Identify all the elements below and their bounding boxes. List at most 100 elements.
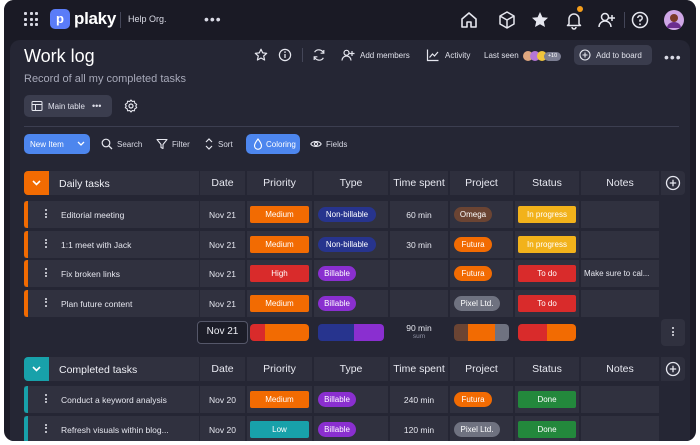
notes-cell[interactable] bbox=[581, 386, 659, 413]
coloring-button[interactable]: Coloring bbox=[246, 134, 300, 154]
task-name[interactable]: 1:1 meet with Jack bbox=[61, 240, 131, 250]
info-icon[interactable] bbox=[278, 48, 292, 62]
priority-label[interactable]: Medium bbox=[250, 206, 309, 223]
column-header-status[interactable]: Status bbox=[515, 357, 579, 381]
column-header-priority[interactable]: Priority bbox=[247, 171, 312, 195]
status-label[interactable]: To do bbox=[518, 265, 576, 282]
tab-more-button[interactable]: ••• bbox=[92, 101, 101, 111]
column-header-status[interactable]: Status bbox=[515, 171, 579, 195]
row-menu-button[interactable] bbox=[45, 238, 47, 250]
column-header-time-spent[interactable]: Time spent bbox=[390, 357, 448, 381]
type-label[interactable]: Billable bbox=[318, 295, 356, 311]
column-header-time-spent[interactable]: Time spent bbox=[390, 171, 448, 195]
group-toggle-button[interactable] bbox=[24, 357, 49, 381]
status-label[interactable]: To do bbox=[518, 294, 576, 312]
column-header-date[interactable]: Date bbox=[200, 357, 245, 381]
activity-chart-icon[interactable] bbox=[426, 48, 440, 62]
notes-cell[interactable] bbox=[581, 230, 659, 258]
priority-label[interactable]: Medium bbox=[250, 294, 309, 312]
priority-summary-bar[interactable] bbox=[250, 324, 309, 341]
row-menu-button[interactable] bbox=[45, 423, 47, 435]
column-header-project[interactable]: Project bbox=[450, 357, 513, 381]
org-more-button[interactable]: ••• bbox=[204, 12, 222, 26]
task-name[interactable]: Editorial meeting bbox=[61, 210, 124, 220]
notifications-bell-icon[interactable] bbox=[564, 10, 584, 30]
more-viewers-badge[interactable]: +10 bbox=[544, 52, 561, 61]
add-members-icon[interactable] bbox=[341, 48, 355, 62]
cube-icon[interactable] bbox=[497, 10, 517, 30]
column-header-date[interactable]: Date bbox=[200, 171, 245, 195]
task-name[interactable]: Refresh visuals within blog... bbox=[61, 425, 169, 435]
group-name[interactable]: Daily tasks bbox=[59, 178, 110, 190]
project-label[interactable]: Omega bbox=[454, 207, 492, 222]
help-icon[interactable] bbox=[630, 10, 650, 30]
home-icon[interactable] bbox=[459, 10, 479, 30]
column-header-type[interactable]: Type bbox=[314, 357, 388, 381]
type-label[interactable]: Billable bbox=[318, 266, 356, 281]
task-name[interactable]: Conduct a keyword analysis bbox=[61, 395, 167, 405]
project-label[interactable]: Pixel Ltd. bbox=[454, 421, 500, 437]
task-name[interactable]: Plan future content bbox=[61, 299, 132, 309]
priority-label[interactable]: Low bbox=[250, 420, 309, 438]
add-members-button[interactable]: Add members bbox=[360, 51, 410, 60]
priority-label[interactable]: Medium bbox=[250, 235, 309, 253]
type-summary-bar[interactable] bbox=[318, 324, 384, 341]
column-header-type[interactable]: Type bbox=[314, 171, 388, 195]
summary-menu-button[interactable] bbox=[661, 319, 685, 346]
status-label[interactable]: In progress bbox=[518, 235, 576, 253]
sort-button[interactable]: Sort bbox=[218, 140, 233, 149]
row-menu-button[interactable] bbox=[45, 268, 47, 279]
notes-cell[interactable] bbox=[581, 289, 659, 317]
group-name[interactable]: Completed tasks bbox=[59, 364, 137, 376]
project-summary-bar[interactable] bbox=[454, 324, 509, 341]
add-column-button[interactable] bbox=[661, 171, 685, 195]
invite-user-icon[interactable] bbox=[597, 10, 617, 30]
task-name[interactable]: Fix broken links bbox=[61, 269, 120, 279]
add-column-button[interactable] bbox=[661, 357, 685, 381]
group-toggle-button[interactable] bbox=[24, 171, 49, 195]
user-avatar[interactable] bbox=[664, 10, 684, 30]
row-menu-button[interactable] bbox=[45, 394, 47, 405]
status-label[interactable]: Done bbox=[518, 420, 576, 438]
board-more-button[interactable]: ••• bbox=[664, 50, 682, 64]
status-label[interactable]: Done bbox=[518, 391, 576, 408]
row-menu-button[interactable] bbox=[45, 297, 47, 309]
type-label[interactable]: Non-billable bbox=[318, 236, 376, 252]
favorites-star-icon[interactable] bbox=[530, 10, 550, 30]
time-cell[interactable] bbox=[390, 289, 448, 317]
search-icon[interactable] bbox=[101, 138, 113, 150]
search-button[interactable]: Search bbox=[117, 140, 142, 149]
eye-icon[interactable] bbox=[310, 138, 322, 150]
favorite-star-icon[interactable] bbox=[254, 48, 268, 62]
project-label[interactable]: Futura bbox=[454, 266, 492, 281]
tab-main-table[interactable]: Main table ••• bbox=[24, 95, 112, 117]
column-header-notes[interactable]: Notes bbox=[581, 171, 659, 195]
board-description[interactable]: Record of all my completed tasks bbox=[24, 73, 186, 85]
priority-label[interactable]: Medium bbox=[250, 391, 309, 408]
type-label[interactable]: Non-billable bbox=[318, 207, 376, 222]
apps-grid-icon[interactable] bbox=[24, 12, 38, 26]
time-cell[interactable] bbox=[390, 260, 448, 287]
sync-icon[interactable] bbox=[312, 48, 326, 62]
filter-icon[interactable] bbox=[156, 138, 168, 150]
status-summary-bar[interactable] bbox=[518, 324, 576, 341]
status-label[interactable]: In progress bbox=[518, 206, 576, 223]
settings-gear-icon[interactable] bbox=[124, 99, 138, 113]
chevron-down-icon[interactable] bbox=[77, 141, 85, 147]
filter-button[interactable]: Filter bbox=[172, 140, 190, 149]
priority-label[interactable]: High bbox=[250, 265, 309, 282]
new-item-button[interactable]: New Item bbox=[24, 134, 90, 154]
column-header-notes[interactable]: Notes bbox=[581, 357, 659, 381]
activity-button[interactable]: Activity bbox=[445, 51, 470, 60]
notes-cell[interactable] bbox=[581, 201, 659, 228]
organization-name[interactable]: Help Org. bbox=[128, 14, 167, 24]
fields-button[interactable]: Fields bbox=[326, 140, 347, 149]
project-label[interactable]: Futura bbox=[454, 392, 492, 407]
column-header-priority[interactable]: Priority bbox=[247, 357, 312, 381]
board-title[interactable]: Work log bbox=[24, 46, 95, 67]
sort-icon[interactable] bbox=[204, 138, 214, 150]
type-label[interactable]: Billable bbox=[318, 392, 356, 407]
project-label[interactable]: Futura bbox=[454, 236, 492, 252]
row-menu-button[interactable] bbox=[45, 209, 47, 220]
add-to-board-button[interactable]: Add to board bbox=[574, 45, 652, 65]
